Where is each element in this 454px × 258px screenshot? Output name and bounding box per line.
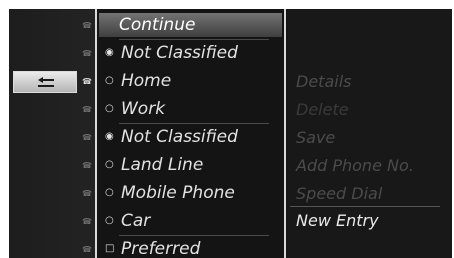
menu-item-not-classified-type[interactable]: ◉ Not Classified xyxy=(105,125,280,149)
left-column: ☎ ☎ ☎ ☎ ☎ ☎ ☎ ☎ ☎ xyxy=(9,9,95,258)
action-speed-dial[interactable]: Speed Dial xyxy=(296,184,382,204)
menu-item-not-classified-location[interactable]: ◉ Not Classified xyxy=(105,41,280,65)
radio-selected-icon: ◉ xyxy=(105,131,114,142)
action-delete[interactable]: Delete xyxy=(296,100,349,120)
menu-divider xyxy=(119,123,269,124)
phone-icon-column: ☎ ☎ ☎ ☎ ☎ ☎ ☎ ☎ ☎ xyxy=(79,9,93,258)
menu-item-mobile-phone[interactable]: ○ Mobile Phone xyxy=(105,181,280,205)
menu-item-work[interactable]: ○ Work xyxy=(105,97,280,121)
menu-item-continue[interactable]: Continue xyxy=(99,13,282,37)
head-unit-screen: ☎ ☎ ☎ ☎ ☎ ☎ ☎ ☎ ☎ Continue ◉ Not Classifi… xyxy=(9,9,452,258)
phone-icon: ☎ xyxy=(82,217,92,226)
right-menu-divider xyxy=(290,206,440,207)
radio-icon: ○ xyxy=(105,187,114,198)
entry-actions-menu: Details Delete Save Add Phone No. Speed … xyxy=(288,9,452,258)
radio-icon: ○ xyxy=(105,75,114,86)
back-arrow-icon xyxy=(38,77,54,87)
phone-icon: ☎ xyxy=(82,105,92,114)
menu-divider xyxy=(119,39,269,40)
radio-icon: ○ xyxy=(105,215,114,226)
menu-item-preferred[interactable]: □ Preferred xyxy=(105,237,280,258)
action-add-phone-no[interactable]: Add Phone No. xyxy=(296,156,414,176)
action-new-entry[interactable]: New Entry xyxy=(296,211,379,231)
radio-selected-icon: ◉ xyxy=(105,47,114,58)
phone-icon: ☎ xyxy=(82,189,92,198)
action-details[interactable]: Details xyxy=(296,72,351,92)
phone-icon: ☎ xyxy=(82,161,92,170)
action-save[interactable]: Save xyxy=(296,128,335,148)
radio-icon: ○ xyxy=(105,103,114,114)
menu-item-land-line[interactable]: ○ Land Line xyxy=(105,153,280,177)
menu-divider xyxy=(119,235,269,236)
back-button[interactable] xyxy=(13,71,77,93)
options-menu: Continue ◉ Not Classified ○ Home ○ Work ◉ No… xyxy=(95,9,286,258)
phone-icon: ☎ xyxy=(82,77,92,86)
radio-icon: ○ xyxy=(105,159,114,170)
phone-icon: ☎ xyxy=(82,21,92,30)
checkbox-icon: □ xyxy=(105,243,115,254)
menu-item-home[interactable]: ○ Home xyxy=(105,69,280,93)
phone-icon: ☎ xyxy=(82,133,92,142)
phone-icon: ☎ xyxy=(82,245,92,254)
menu-item-car[interactable]: ○ Car xyxy=(105,209,280,233)
phone-icon: ☎ xyxy=(82,49,92,58)
